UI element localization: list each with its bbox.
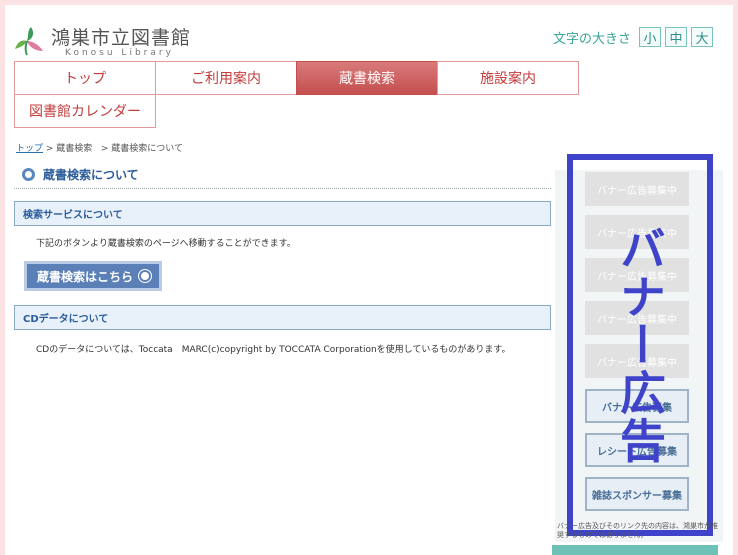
nav-tab-facilities[interactable]: 施設案内	[437, 61, 579, 95]
page-heading: 蔵書検索について	[14, 161, 551, 189]
page-title: 蔵書検索について	[43, 168, 139, 182]
nav-tab-top[interactable]: トップ	[14, 61, 156, 95]
catalog-search-button[interactable]: 蔵書検索はこちら	[24, 261, 163, 291]
nav-tab-calendar[interactable]: 図書館カレンダー	[14, 94, 156, 128]
circle-bullet-icon	[22, 168, 35, 181]
leaf-logo-icon	[15, 27, 43, 56]
font-size-small-button[interactable]: 小	[639, 27, 661, 47]
catalog-search-button-label: 蔵書検索はこちら	[37, 269, 134, 284]
breadcrumb-level1: > 蔵書検索	[45, 144, 93, 154]
font-size-large-button[interactable]: 大	[691, 27, 713, 47]
library-logo[interactable]: 鴻巣市立図書館 Konosu Library	[13, 21, 193, 61]
site-title: 鴻巣市立図書館	[51, 27, 192, 49]
section-heading-cd-data: CDデータについて	[14, 305, 551, 330]
breadcrumb-home-link[interactable]: トップ	[16, 144, 43, 154]
section-heading-search-service: 検索サービスについて	[14, 201, 551, 226]
page: 鴻巣市立図書館 Konosu Library 文字の大きさ 小 中 大 トップ …	[5, 5, 733, 555]
breadcrumb-level2: > 蔵書検索について	[100, 144, 184, 154]
site-subtitle: Konosu Library	[65, 48, 174, 58]
font-size-control: 文字の大きさ 小 中 大	[553, 27, 713, 47]
section-text-search-service: 下記のボタンより蔵書検索のページへ移動することができます。	[36, 239, 296, 249]
nav-tab-guide[interactable]: ご利用案内	[155, 61, 297, 95]
bullet-dot-icon	[141, 272, 150, 280]
main-content: 蔵書検索について 検索サービスについて 下記のボタンより蔵書検索のページへ移動す…	[14, 161, 551, 355]
sidebar-disclaimer: バナー広告及びそのリンク先の内容は、鴻巣市が推奨するものではありません。	[557, 522, 718, 539]
main-nav: トップ ご利用案内 蔵書検索 施設案内 図書館カレンダー	[14, 61, 581, 128]
sidebar-bottom-strip	[552, 545, 718, 555]
breadcrumb: トップ > 蔵書検索 > 蔵書検索について	[16, 141, 183, 154]
font-size-medium-button[interactable]: 中	[665, 27, 687, 47]
font-size-label: 文字の大きさ	[552, 31, 631, 47]
section-text-cd-data: CDのデータについては、Toccata MARC(c)copyright by …	[36, 345, 511, 355]
banner-ad-overlay-label: バナー広告	[613, 225, 667, 465]
sidebar-ads: バナー広告募集中 バナー広告募集中 バナー広告募集中 バナー広告募集中 バナー広…	[555, 154, 723, 542]
nav-tab-catalog-search[interactable]: 蔵書検索	[296, 61, 438, 95]
banner-ad-overlay: バナー広告	[567, 154, 713, 536]
